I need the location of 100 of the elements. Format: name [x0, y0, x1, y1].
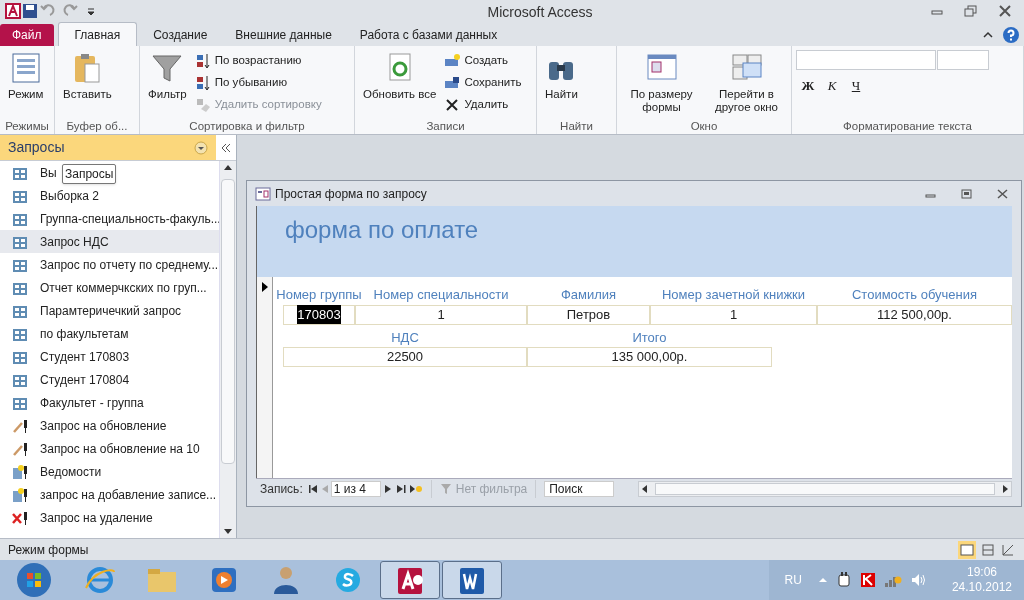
ribbon-button[interactable]: По возрастанию — [194, 50, 322, 72]
group-label: Окно — [689, 119, 719, 134]
field-label: Номер зачетной книжки — [661, 286, 806, 304]
ribbon-button[interactable]: По размеру формы — [621, 50, 702, 114]
scroll-thumb[interactable] — [221, 179, 235, 464]
new-record-icon[interactable] — [408, 483, 423, 494]
form-header: форма по оплате — [285, 215, 479, 245]
scrollbar[interactable] — [219, 161, 236, 538]
ribbon-button[interactable]: Перейти в другое окно — [706, 50, 787, 114]
ribbon-button[interactable]: Вставить — [59, 50, 116, 101]
horizontal-scrollbar[interactable] — [638, 480, 1012, 497]
nav-item[interactable]: Запрос на обновление на 10 — [0, 437, 204, 460]
save-record-icon — [444, 75, 461, 91]
group-label: Режимы — [4, 119, 50, 134]
taskbar-button[interactable] — [442, 561, 502, 599]
layout-view-icon[interactable] — [980, 541, 996, 558]
text-field[interactable]: 1 — [650, 304, 817, 325]
last-record-icon[interactable] — [394, 483, 409, 494]
ribbon-button[interactable]: Создать — [444, 50, 522, 72]
nav-item[interactable]: Отчет коммерчкских по груп... — [0, 276, 211, 299]
collapse-pane-icon[interactable] — [221, 142, 231, 153]
nav-item[interactable]: Студент 170803 — [0, 345, 134, 368]
group-label: Записи — [425, 119, 466, 134]
record-position-field[interactable]: 1 из 4 — [330, 480, 381, 497]
ribbon-button[interactable]: Режим — [4, 50, 48, 101]
nav-item[interactable]: Ведомости — [0, 460, 106, 483]
append-query-icon — [12, 486, 28, 503]
nav-item[interactable]: Студент 170804 — [0, 368, 134, 391]
maximize-icon[interactable] — [961, 188, 973, 199]
delete-icon — [444, 97, 461, 113]
ribbon-button[interactable]: Сохранить — [444, 72, 522, 94]
ribbon-button[interactable]: Обновить все — [359, 50, 441, 101]
tooltip: Запросы — [62, 164, 117, 184]
current-record-icon — [260, 281, 269, 293]
window-title: Microsoft Access — [486, 3, 594, 22]
eraser-icon — [194, 97, 211, 113]
nav-item[interactable]: Выборка 2 — [0, 184, 104, 207]
dropdown-icon[interactable] — [194, 140, 208, 155]
nav-item[interactable]: Запрос на обновление — [0, 414, 171, 437]
nav-item[interactable]: Запрос на удаление — [0, 506, 157, 529]
antivirus-icon[interactable] — [859, 572, 876, 588]
text-field[interactable]: 22500 — [283, 347, 527, 367]
field-label: Итого — [632, 328, 667, 347]
delete-query-icon — [12, 509, 28, 526]
nav-item[interactable]: Парамтеричечкий запрос — [0, 299, 186, 322]
text-field[interactable]: 170803 — [283, 304, 355, 325]
ribbon-button[interactable]: Удалить — [444, 94, 522, 116]
group-label: Буфер об... — [65, 119, 129, 134]
text-field[interactable]: 1 — [355, 304, 527, 325]
format-button[interactable]: Ж — [800, 76, 816, 94]
nav-item[interactable]: Запрос НДС — [0, 230, 219, 253]
format-button[interactable]: К — [824, 76, 840, 94]
access-logo-icon[interactable] — [4, 2, 22, 20]
nav-item[interactable]: Запрос по отчету по среднему... — [0, 253, 219, 276]
taskbar-button[interactable] — [380, 561, 440, 599]
nav-item[interactable]: Группа-специальность-факуль... — [0, 207, 219, 230]
append-query-icon — [12, 463, 28, 480]
field-label: Номер группы — [276, 286, 362, 304]
ribbon-tab[interactable]: Внешние данные — [223, 24, 344, 46]
search-field[interactable]: Поиск — [544, 480, 615, 497]
ribbon-button[interactable]: Найти — [541, 50, 582, 101]
pane-header[interactable]: Запросы — [0, 135, 216, 160]
ribbon-tab[interactable]: Главная — [57, 22, 138, 46]
field-label: НДС — [391, 328, 419, 347]
close-icon[interactable] — [997, 188, 1009, 199]
pencil-icon — [12, 417, 28, 434]
ribbon-button[interactable]: Фильтр — [144, 50, 191, 101]
text-field[interactable]: 135 000,00р. — [527, 347, 772, 367]
pencil-icon — [12, 440, 28, 457]
start-button-icon[interactable] — [14, 561, 54, 599]
help-icon[interactable] — [1002, 26, 1020, 44]
format-button[interactable]: Ч — [848, 76, 864, 94]
sort-descending-icon — [194, 75, 211, 91]
nav-item[interactable]: по факультетам — [0, 322, 133, 345]
save-icon[interactable] — [22, 3, 38, 19]
funnel-icon — [439, 482, 452, 495]
form-icon — [9, 52, 42, 84]
ribbon-tab[interactable]: Файл — [0, 24, 54, 46]
record-selector[interactable] — [257, 277, 273, 478]
nav-item[interactable]: запрос на добавление записе... — [0, 483, 219, 506]
nav-item[interactable]: Факультет - группа — [0, 391, 148, 414]
ribbon-button[interactable]: По убыванию — [194, 72, 322, 94]
text-field[interactable]: 112 500,00р. — [817, 304, 1012, 325]
scroll-thumb[interactable] — [655, 482, 995, 495]
restore-icon[interactable] — [964, 5, 978, 17]
volume-icon[interactable] — [909, 572, 928, 588]
show-hidden-icons-icon[interactable] — [817, 575, 828, 585]
ribbon-tab[interactable]: Создание — [141, 24, 220, 46]
form-title: Простая форма по запросу — [275, 185, 427, 203]
field-label: Стоимость обучения — [851, 286, 978, 304]
group-label: Сортировка и фильтр — [188, 119, 306, 134]
field-label: Номер специальности — [373, 286, 509, 304]
first-record-icon[interactable] — [306, 483, 319, 494]
ribbon-tab[interactable]: Работа с базами данных — [347, 24, 510, 46]
text-field[interactable]: Петров — [527, 304, 650, 325]
form-icon — [255, 186, 271, 201]
close-icon[interactable] — [998, 5, 1012, 17]
power-icon[interactable] — [835, 572, 852, 588]
form-view-icon[interactable] — [958, 540, 976, 559]
nav-item[interactable]: Вы — [0, 161, 61, 184]
